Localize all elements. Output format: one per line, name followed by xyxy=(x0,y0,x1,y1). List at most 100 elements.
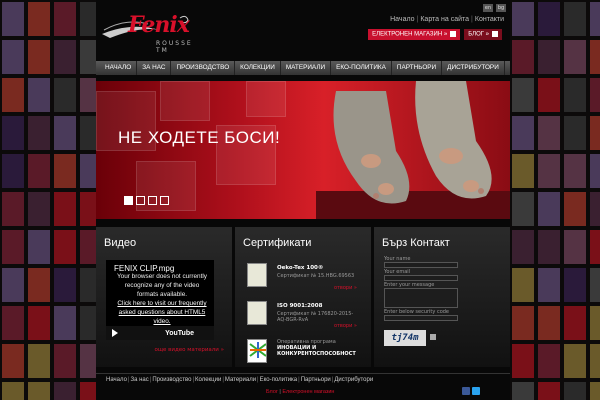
nav-production[interactable]: ПРОИЗВОДСТВО xyxy=(171,61,236,75)
cert-open-link[interactable]: отвори » xyxy=(334,323,357,329)
footer-links: Начало|За нас|Производство|Колекции|Мате… xyxy=(106,377,374,383)
facebook-icon[interactable] xyxy=(462,387,470,395)
mosaic-tile xyxy=(536,380,562,400)
mosaic-tile xyxy=(588,266,600,304)
mosaic-tile xyxy=(52,228,78,266)
blog-button[interactable]: БЛОГ » xyxy=(464,29,502,40)
cert-item[interactable]: ISO 9001:2008 Сертификат № 176820-2015-A… xyxy=(247,301,357,331)
footer-link[interactable]: Начало xyxy=(106,377,127,383)
slider-dot[interactable] xyxy=(124,196,133,205)
cart-icon xyxy=(450,31,457,37)
top-link-sitemap[interactable]: Карта на сайта xyxy=(420,16,469,23)
mosaic-tile xyxy=(0,152,26,190)
eshop-button[interactable]: ЕЛЕКТРОНЕН МАГАЗИН » xyxy=(368,29,461,40)
footer-link[interactable]: Еко-политика xyxy=(260,377,298,383)
footer-link[interactable]: Производство xyxy=(152,377,191,383)
cert-open-link[interactable]: отвори » xyxy=(334,285,357,291)
banner-square xyxy=(160,81,210,121)
video-panel: Видео FENIX CLIP.mpg Your browser does n… xyxy=(96,227,232,367)
certificates-heading: Сертификати xyxy=(243,237,312,249)
mosaic-tile xyxy=(536,190,562,228)
security-code-input[interactable] xyxy=(384,315,458,321)
mosaic-tile xyxy=(588,114,600,152)
nav-home[interactable]: НАЧАЛО xyxy=(100,61,138,75)
mosaic-tile xyxy=(26,266,52,304)
play-icon[interactable] xyxy=(112,329,118,337)
cert-name: Oeko-Tex 100® xyxy=(277,265,324,271)
cert-item[interactable]: Oeko-Tex 100® Сертификат № 15.HBG.69563 … xyxy=(247,263,357,293)
mosaic-tile xyxy=(588,228,600,266)
main-nav: НАЧАЛО ЗА НАС ПРОИЗВОДСТВО КОЛЕКЦИИ МАТЕ… xyxy=(96,61,510,75)
slider-dot[interactable] xyxy=(148,196,157,205)
shop-buttons: ЕЛЕКТРОНЕН МАГАЗИН » БЛОГ » xyxy=(368,29,502,40)
worn-socks-image xyxy=(316,81,510,219)
more-videos-link[interactable]: още видео материали » xyxy=(154,347,224,353)
youtube-logo[interactable]: YouTube xyxy=(165,330,194,337)
footer-link[interactable]: За нас xyxy=(130,377,148,383)
video-faq-link[interactable]: Click here to visit our frequently asked… xyxy=(117,300,206,325)
nav-materials[interactable]: МАТЕРИАЛИ xyxy=(281,61,332,75)
mosaic-tile xyxy=(510,342,536,380)
refresh-captcha-icon[interactable] xyxy=(430,334,436,340)
footer-link[interactable]: Дистрибутори xyxy=(334,377,373,383)
twitter-icon[interactable] xyxy=(472,387,480,395)
captcha-image: tj74m xyxy=(384,330,426,346)
mosaic-tile xyxy=(52,152,78,190)
mosaic-tile xyxy=(588,76,600,114)
mosaic-tile xyxy=(78,266,96,304)
lang-bg[interactable]: bg xyxy=(496,4,506,12)
slider-dot[interactable] xyxy=(160,196,169,205)
mosaic-tile xyxy=(562,380,588,400)
brand-sub: ROUSSE TM xyxy=(156,40,193,54)
mosaic-tile xyxy=(588,190,600,228)
mosaic-tile xyxy=(78,228,96,266)
video-message: Your browser does not currently recogniz… xyxy=(117,273,207,325)
mosaic-tile xyxy=(510,152,536,190)
footer-link[interactable]: Партньори xyxy=(301,377,331,383)
name-input[interactable] xyxy=(384,262,458,268)
mosaic-tile xyxy=(26,114,52,152)
slider-dots xyxy=(124,196,169,205)
fenix-logo[interactable]: Fenix ROUSSE TM xyxy=(100,8,200,54)
background-mosaic-right xyxy=(510,0,600,400)
mosaic-tile xyxy=(52,0,78,38)
email-input[interactable] xyxy=(384,275,458,281)
lang-en[interactable]: en xyxy=(483,4,493,12)
mosaic-tile xyxy=(52,266,78,304)
mosaic-tile xyxy=(78,76,96,114)
top-link-home[interactable]: Начало xyxy=(390,16,414,23)
mosaic-tile xyxy=(536,114,562,152)
video-player[interactable]: FENIX CLIP.mpg Your browser does not cur… xyxy=(106,260,214,340)
mosaic-tile xyxy=(52,342,78,380)
cert-item[interactable]: Оперативна програма ИНОВАЦИИ И КОНКУРЕНТО… xyxy=(247,339,357,363)
nav-collections[interactable]: КОЛЕКЦИИ xyxy=(235,61,281,75)
social-icons xyxy=(462,387,480,395)
footer-blog-link[interactable]: Блог xyxy=(266,389,278,395)
nav-partners[interactable]: ПАРТНЬОРИ xyxy=(392,61,443,75)
footer-link[interactable]: Материали xyxy=(225,377,256,383)
footer-link[interactable]: Колекции xyxy=(195,377,221,383)
mosaic-tile xyxy=(562,38,588,76)
mosaic-tile xyxy=(536,304,562,342)
top-link-contacts[interactable]: Контакти xyxy=(475,16,504,23)
slider-dot[interactable] xyxy=(136,196,145,205)
hero-banner[interactable]: НЕ ХОДЕТЕ БОСИ! xyxy=(96,81,510,219)
mosaic-tile xyxy=(26,152,52,190)
video-controls: YouTube xyxy=(106,326,214,340)
mosaic-tile xyxy=(588,380,600,400)
nav-about[interactable]: ЗА НАС xyxy=(137,61,172,75)
message-textarea[interactable] xyxy=(384,288,458,308)
language-switch: en bg xyxy=(483,4,506,12)
nav-eco-policy[interactable]: ЕКО-ПОЛИТИКА xyxy=(331,61,392,75)
mosaic-tile xyxy=(510,114,536,152)
monitor-icon xyxy=(492,31,498,37)
footer-shop-link[interactable]: Електронен магазин xyxy=(282,389,334,395)
mosaic-tile xyxy=(562,228,588,266)
mosaic-tile xyxy=(562,0,588,38)
mosaic-tile xyxy=(536,0,562,38)
mosaic-tile xyxy=(536,76,562,114)
top-links: Начало | Карта на сайта | Контакти xyxy=(390,16,504,23)
mosaic-tile xyxy=(0,114,26,152)
mosaic-tile xyxy=(52,76,78,114)
nav-distributors[interactable]: ДИСТРИБУТОРИ xyxy=(442,61,505,75)
